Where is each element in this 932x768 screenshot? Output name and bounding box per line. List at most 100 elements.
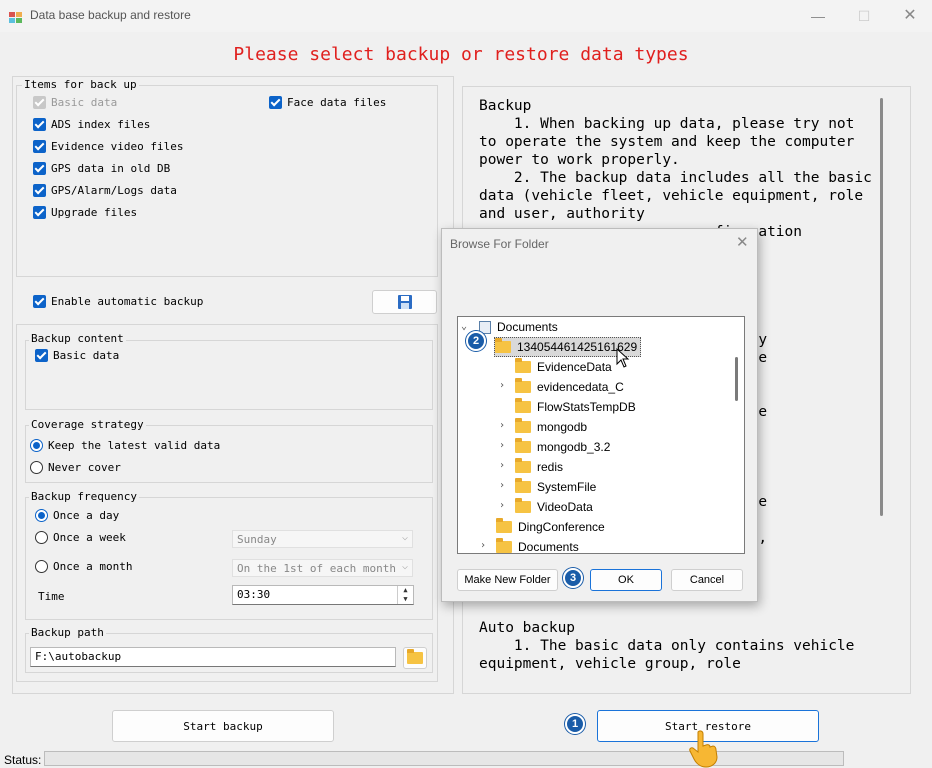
- browse-folder-dialog: Browse For Folder ✕ ⌄ Documents 13405446…: [441, 228, 758, 602]
- checkbox-evidence-video-files[interactable]: Evidence video files: [33, 140, 183, 153]
- coverage-group: [25, 425, 433, 483]
- dialog-title: Browse For Folder: [450, 237, 549, 251]
- checkbox-icon: [33, 140, 46, 153]
- checkbox-icon: [33, 206, 46, 219]
- status-progress-bar: [44, 751, 844, 766]
- checkbox-icon: [35, 349, 48, 362]
- folder-icon: [515, 458, 531, 473]
- checkbox-upgrade-files[interactable]: Upgrade files: [33, 206, 137, 219]
- step-badge-2: 2: [466, 331, 486, 351]
- backup-content-label: Backup content: [29, 332, 126, 345]
- checkbox-icon: [33, 295, 46, 308]
- tree-node-flowstatstempdb[interactable]: FlowStatsTempDB: [515, 397, 636, 417]
- status-label: Status:: [4, 753, 42, 767]
- backup-path-input[interactable]: F:\autobackup: [30, 647, 396, 667]
- hand-pointer-icon: [688, 730, 720, 768]
- month-select[interactable]: On the 1st of each month ⌵: [232, 559, 413, 577]
- radio-never-cover[interactable]: Never cover: [30, 461, 121, 474]
- dialog-close-icon[interactable]: ✕: [736, 233, 749, 251]
- close-icon[interactable]: ✕: [898, 6, 922, 26]
- floppy-disk-icon: [397, 295, 412, 309]
- step-badge-1: 1: [565, 714, 585, 734]
- tree-scrollbar[interactable]: [735, 357, 738, 401]
- folder-icon: [496, 518, 512, 533]
- radio-once-a-month[interactable]: Once a month: [35, 560, 132, 573]
- browse-folder-button[interactable]: [403, 647, 427, 669]
- tree-node-systemfile[interactable]: SystemFile: [515, 477, 596, 497]
- radio-once-a-week[interactable]: Once a week: [35, 531, 126, 544]
- radio-icon: [30, 439, 43, 452]
- window-title: Data base backup and restore: [30, 8, 191, 22]
- app-icon: [9, 9, 23, 23]
- folder-icon: [515, 478, 531, 493]
- time-spinner[interactable]: ▲ ▼: [397, 586, 413, 604]
- folder-icon: [515, 498, 531, 513]
- folder-icon: [515, 418, 531, 433]
- checkbox-face-data-files[interactable]: Face data files: [269, 96, 386, 109]
- ok-button[interactable]: OK: [590, 569, 662, 591]
- chevron-right-icon[interactable]: ›: [499, 460, 509, 471]
- folder-icon: [515, 358, 531, 373]
- save-button[interactable]: [372, 290, 437, 314]
- start-backup-button[interactable]: Start backup: [112, 710, 334, 742]
- tree-node-redis[interactable]: redis: [515, 457, 563, 477]
- checkbox-content-basic-data[interactable]: Basic data: [35, 349, 119, 362]
- radio-once-a-day[interactable]: Once a day: [35, 509, 119, 522]
- items-group: [16, 85, 438, 277]
- folder-icon: [407, 649, 423, 664]
- tree-node-videodata[interactable]: VideoData: [515, 497, 593, 517]
- checkbox-icon: [33, 118, 46, 131]
- tree-node-dingconference[interactable]: DingConference: [496, 517, 605, 537]
- folder-icon: [515, 438, 531, 453]
- backup-path-label: Backup path: [29, 626, 106, 639]
- chevron-right-icon[interactable]: ›: [499, 480, 509, 491]
- radio-icon: [35, 509, 48, 522]
- tree-node-documents-sub[interactable]: Documents: [496, 537, 579, 553]
- week-select[interactable]: Sunday ⌵: [232, 530, 413, 548]
- folder-icon: [515, 398, 531, 413]
- checkbox-icon: [33, 162, 46, 175]
- chevron-down-icon: ⌵: [401, 561, 408, 572]
- checkbox-basic-data: Basic data: [33, 96, 117, 109]
- radio-icon: [35, 531, 48, 544]
- instructions-scrollbar[interactable]: [880, 98, 883, 516]
- maximize-icon: ☐: [857, 8, 871, 24]
- mouse-pointer-icon: [616, 347, 630, 372]
- frequency-label: Backup frequency: [29, 490, 139, 503]
- checkbox-icon: [33, 96, 46, 109]
- checkbox-icon: [269, 96, 282, 109]
- chevron-right-icon[interactable]: ›: [499, 500, 509, 511]
- minimize-icon[interactable]: —: [806, 6, 830, 26]
- checkbox-gps-data-old-db[interactable]: GPS data in old DB: [33, 162, 170, 175]
- radio-keep-latest[interactable]: Keep the latest valid data: [30, 439, 220, 452]
- cancel-button[interactable]: Cancel: [671, 569, 743, 591]
- page-heading: Please select backup or restore data typ…: [233, 44, 689, 65]
- chevron-right-icon[interactable]: ›: [499, 420, 509, 431]
- tree-node-mongodb[interactable]: mongodb: [515, 417, 587, 437]
- tree-node-evidencedata-c[interactable]: evidencedata_C: [515, 377, 624, 397]
- chevron-down-icon: ⌵: [401, 532, 408, 543]
- checkbox-ads-index-files[interactable]: ADS index files: [33, 118, 150, 131]
- radio-icon: [35, 560, 48, 573]
- folder-icon: [515, 378, 531, 393]
- chevron-down-icon[interactable]: ⌄: [461, 321, 471, 332]
- step-badge-3: 3: [563, 568, 583, 588]
- make-new-folder-button[interactable]: Make New Folder: [457, 569, 558, 591]
- tree-node-documents[interactable]: Documents: [479, 317, 558, 337]
- checkbox-icon: [33, 184, 46, 197]
- checkbox-enable-auto-backup[interactable]: Enable automatic backup: [33, 295, 203, 308]
- folder-icon: [496, 538, 512, 553]
- items-group-label: Items for back up: [22, 78, 139, 91]
- chevron-right-icon[interactable]: ›: [499, 380, 509, 391]
- coverage-label: Coverage strategy: [29, 418, 146, 431]
- time-label: Time: [38, 590, 65, 603]
- time-input[interactable]: 03:30: [232, 585, 414, 605]
- chevron-right-icon[interactable]: ›: [499, 440, 509, 451]
- checkbox-gps-alarm-logs[interactable]: GPS/Alarm/Logs data: [33, 184, 177, 197]
- folder-tree[interactable]: ⌄ Documents 1340544614251616​29 Evidence…: [457, 316, 745, 554]
- folder-icon: [495, 338, 511, 353]
- tree-node-mongodb-3-2[interactable]: mongodb_3.2: [515, 437, 610, 457]
- tree-node-evidencedata[interactable]: EvidenceData: [515, 357, 612, 377]
- chevron-right-icon[interactable]: ›: [480, 540, 490, 551]
- radio-icon: [30, 461, 43, 474]
